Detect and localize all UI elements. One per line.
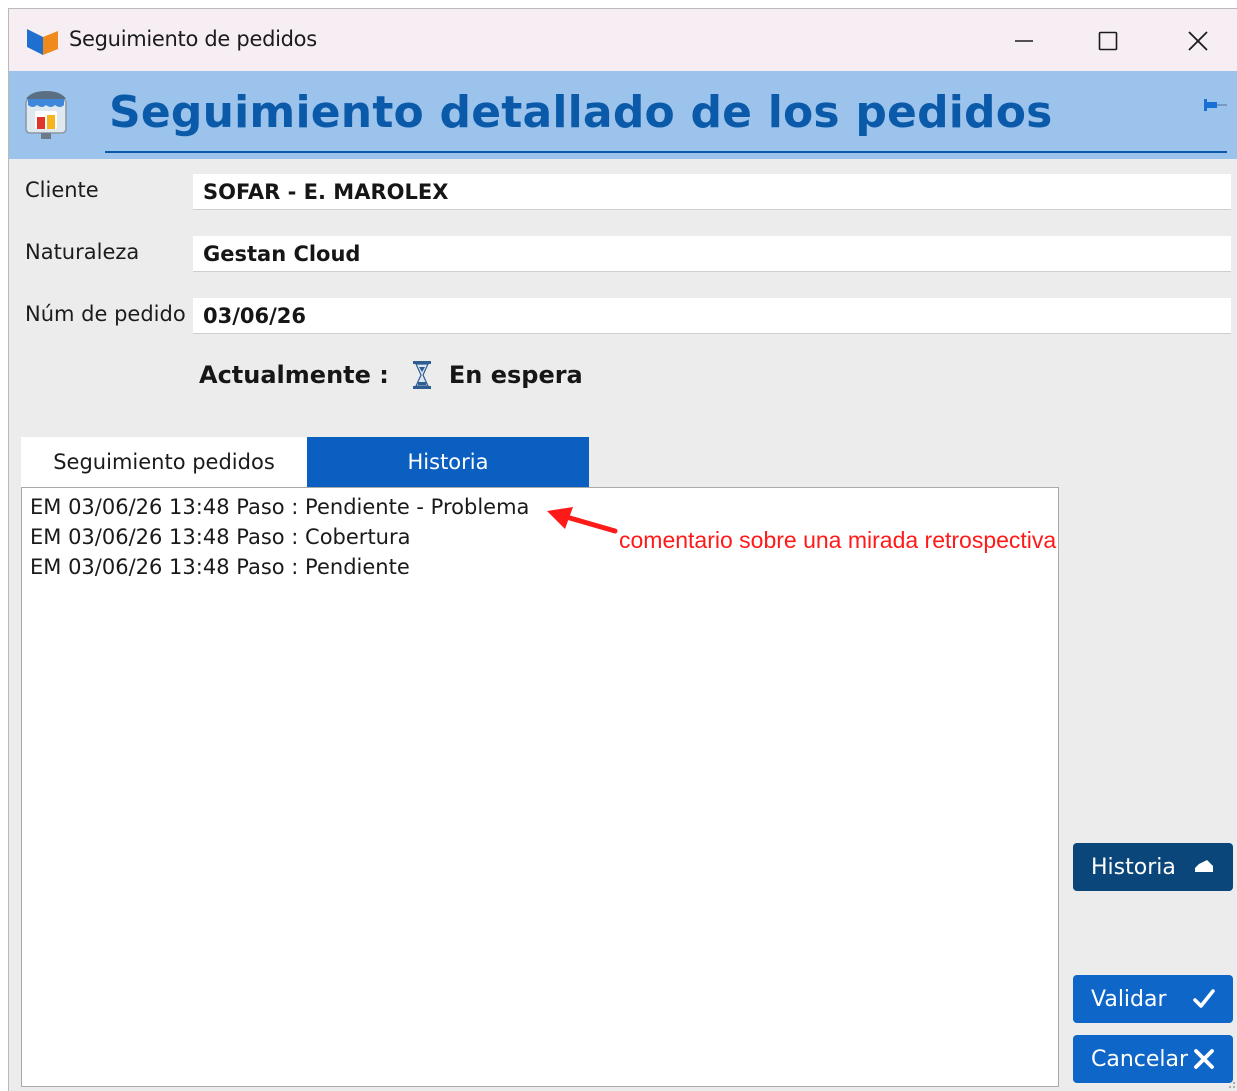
status-row: Actualmente : En espera	[199, 359, 583, 391]
naturaleza-label: Naturaleza	[25, 240, 140, 264]
tab-label: Seguimiento pedidos	[53, 450, 275, 474]
checkmark-icon	[1193, 989, 1215, 1008]
historia-button-label: Historia	[1091, 854, 1176, 880]
header-band: Seguimiento detallado de los pedidos	[9, 71, 1237, 159]
resize-grip-icon[interactable]	[1226, 1079, 1236, 1089]
close-button[interactable]	[1175, 19, 1221, 63]
annotation-text: comentario sobre una mirada retrospectiv…	[619, 527, 1057, 553]
num-pedido-field[interactable]	[193, 298, 1231, 334]
cancelar-button[interactable]: Cancelar	[1073, 1035, 1233, 1083]
hourglass-icon	[412, 361, 431, 389]
pin-icon[interactable]	[1202, 95, 1228, 115]
validar-button-label: Validar	[1091, 986, 1167, 1012]
app-logo-icon	[27, 29, 58, 55]
minimize-icon	[1015, 40, 1033, 42]
tab-seguimiento-pedidos[interactable]: Seguimiento pedidos	[21, 437, 307, 487]
status-label: Actualmente :	[199, 361, 389, 389]
window-title: Seguimiento de pedidos	[69, 27, 317, 51]
title-bar: Seguimiento de pedidos	[9, 9, 1237, 71]
title-underline	[105, 151, 1227, 153]
cancelar-button-label: Cancelar	[1091, 1046, 1189, 1072]
close-x-icon	[1194, 1049, 1214, 1069]
tab-label: Historia	[407, 450, 489, 474]
maximize-icon	[1098, 31, 1118, 51]
annotation-arrow-icon	[547, 507, 618, 534]
minimize-button[interactable]	[1001, 19, 1047, 63]
dialog-window: Seguimiento de pedidos Seguimiento detal…	[8, 8, 1237, 1091]
num-pedido-label: Núm de pedido	[25, 302, 186, 326]
shop-icon	[25, 91, 67, 139]
list-item[interactable]: EM 03/06/26 13:48 Paso : Pendiente - Pro…	[30, 492, 1050, 522]
list-item[interactable]: EM 03/06/26 13:48 Paso : Pendiente	[30, 552, 1050, 582]
eraser-icon	[1195, 860, 1213, 872]
close-icon	[1188, 31, 1208, 51]
tab-historia[interactable]: Historia	[307, 437, 589, 487]
maximize-button[interactable]	[1085, 19, 1131, 63]
validar-button[interactable]: Validar	[1073, 975, 1233, 1023]
page-title: Seguimiento detallado de los pedidos	[109, 87, 1053, 138]
naturaleza-field[interactable]	[193, 236, 1231, 272]
cliente-label: Cliente	[25, 178, 99, 202]
status-value: En espera	[448, 361, 583, 389]
historia-button[interactable]: Historia	[1073, 843, 1233, 891]
cliente-field[interactable]	[193, 174, 1231, 210]
history-list[interactable]: EM 03/06/26 13:48 Paso : Pendiente - Pro…	[21, 487, 1059, 1087]
